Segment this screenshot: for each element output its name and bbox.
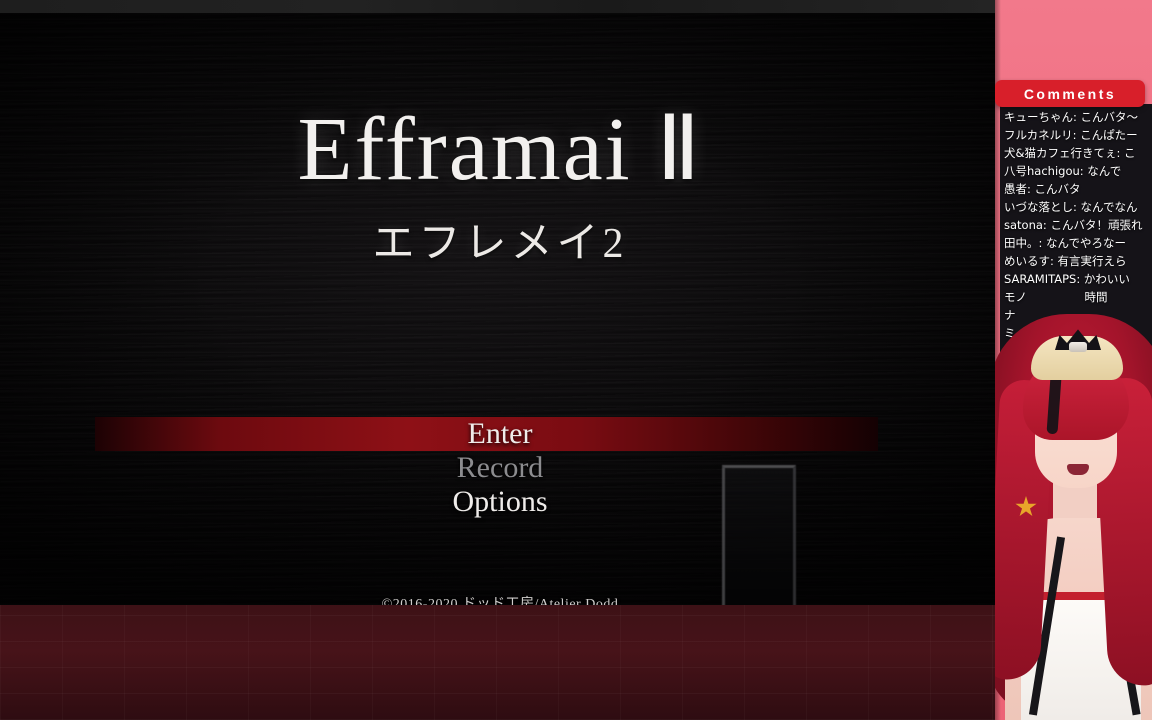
menu-item-record[interactable]: Record xyxy=(0,451,1000,485)
stream-bottom-overlay: Hashtags #レイン任務中 でつぶやいてほしい。 Now Playing.… xyxy=(0,605,1000,720)
avatar-mouth xyxy=(1067,464,1089,475)
comment-item: 犬&猫カフェ行きてぇ: こ xyxy=(1004,146,1136,160)
comment-item: 八号hachigou: なんで xyxy=(1004,164,1122,178)
main-menu: Enter Record Options xyxy=(0,417,1000,519)
title-block: Efframai Ⅱ エフレメイ2 xyxy=(0,105,1000,270)
game-subtitle: エフレメイ2 xyxy=(372,221,628,267)
comment-item: 田中。: なんでやろなー xyxy=(1004,236,1126,250)
comments-panel: Comments キューちゃん: こんバタ～ フルカネルリ: こんぱたー 犬&猫… xyxy=(995,0,1152,720)
comment-item: フルカネルリ: こんぱたー xyxy=(1004,128,1138,142)
menu-item-options-label: Options xyxy=(452,485,548,518)
comments-header-badge: Comments xyxy=(995,80,1145,107)
menu-item-enter[interactable]: Enter xyxy=(0,417,1000,451)
game-title: Efframai Ⅱ xyxy=(297,100,703,199)
copyright-text: ©2016-2020 ドッド工房/Atelier Dodd xyxy=(381,597,619,605)
comment-item: 愚者: こんバタ xyxy=(1004,182,1081,196)
comment-item: めいるす: 有言実行えら xyxy=(1004,254,1127,268)
vtuber-avatar xyxy=(995,300,1152,720)
menu-item-record-label: Record xyxy=(456,451,544,484)
comment-item: いづな落とし: なんでなん xyxy=(1004,200,1138,214)
comment-item: キューちゃん: こんバタ～ xyxy=(1004,110,1139,124)
game-screen: Efframai Ⅱ エフレメイ2 Enter Record Options ©… xyxy=(0,13,1000,605)
comment-item: SARAMITAPS: かわいい xyxy=(1004,272,1130,286)
comment-item: satona: こんバタ！頑張れ xyxy=(1004,218,1143,232)
menu-item-options[interactable]: Options xyxy=(0,485,1000,519)
stream-stage: Efframai Ⅱ エフレメイ2 Enter Record Options ©… xyxy=(0,0,1152,720)
crown-gem-icon xyxy=(1069,342,1087,352)
menu-item-enter-label: Enter xyxy=(467,417,533,450)
top-letterbox-strip xyxy=(0,0,1000,13)
